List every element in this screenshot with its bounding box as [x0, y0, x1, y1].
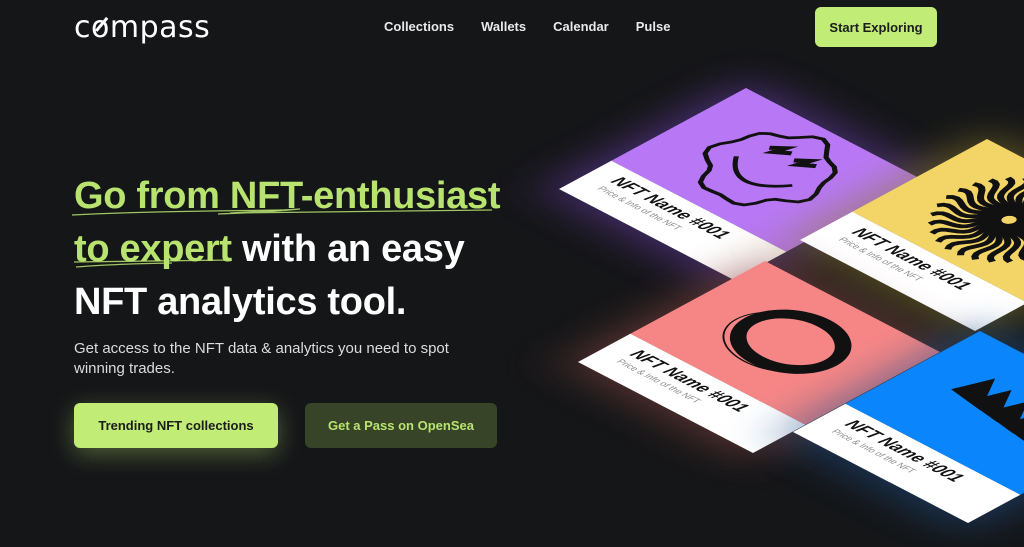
- get-pass-opensea-button[interactable]: Get a Pass on OpenSea: [305, 403, 497, 448]
- title-rest-1: with an easy: [231, 228, 465, 270]
- logo-slashed-o: o: [91, 10, 110, 45]
- compass-logo[interactable]: compass: [74, 10, 210, 45]
- logo-text: compass: [74, 10, 211, 45]
- trending-nft-collections-button[interactable]: Trending NFT collections: [74, 403, 278, 448]
- nav-links: Collections Wallets Calendar Pulse: [384, 19, 697, 34]
- title-highlight-2: to expert: [74, 228, 232, 270]
- start-exploring-button[interactable]: Start Exploring: [815, 7, 937, 47]
- nav-link-collections[interactable]: Collections: [384, 19, 454, 34]
- top-nav: compass Collections Wallets Calendar Pul…: [0, 0, 1024, 55]
- nav-link-wallets[interactable]: Wallets: [481, 19, 526, 34]
- nav-link-calendar[interactable]: Calendar: [553, 19, 609, 34]
- hero-title: Go from NFT-enthusiast to expert with an…: [74, 170, 544, 329]
- title-highlight-1: Go from NFT-enthusiast: [74, 175, 501, 217]
- nav-link-pulse[interactable]: Pulse: [636, 19, 671, 34]
- title-rest-2: NFT analytics tool.: [74, 281, 407, 323]
- hero-subtitle: Get access to the NFT data & analytics y…: [74, 340, 449, 377]
